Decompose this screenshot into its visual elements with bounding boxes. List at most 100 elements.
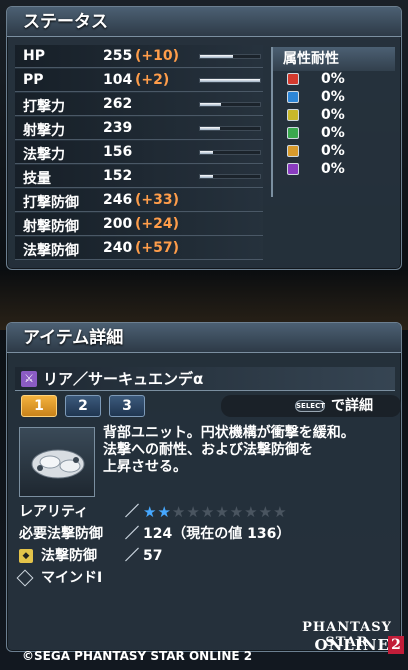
select-detail-label: で詳細 [331,398,373,414]
stat-row: 打撃力 262 [15,93,263,116]
stat-name: 打撃防御 [23,195,79,211]
select-button-icon: SELECT [295,400,325,412]
tech-defense-icon: ◆ [19,549,33,563]
stat-bar-fill [200,127,220,130]
tech-defense-value: 57 [143,548,163,564]
stat-row: 射撃防御 200 (+24) [15,213,263,236]
logo-line-2: ONLINE [314,636,390,654]
copyright-text: ©SEGA PHANTASY STAR ONLINE 2 [22,649,253,663]
stat-name: 技量 [23,171,51,187]
affix-label: マインドⅠ [41,570,103,586]
star-empty-icon: ★ [186,503,201,521]
stat-bonus: (+10) [135,48,180,64]
separator: ／ [125,548,139,564]
resistance-title: 属性耐性 [273,47,395,71]
stat-bonus: (+2) [135,72,170,88]
ice-icon [287,91,299,103]
item-thumbnail [19,427,95,497]
rear-unit-icon: ⚔ [21,371,37,387]
star-filled-icon: ★ [143,503,158,521]
requirement-value: 124（現在の値 136） [143,526,291,542]
stat-row: 法撃防御 240 (+57) [15,237,263,260]
star-empty-icon: ★ [215,503,230,521]
rarity-row: レアリティ ／ ★★★★★★★★★★ [15,501,395,523]
rear-unit-image-icon [31,449,85,479]
description-line: 法撃への耐性、および法撃防御を [103,442,313,458]
stat-name: 射撃防御 [23,219,79,235]
stat-value: 200 [103,216,133,232]
tech-defense-label: 法撃防御 [41,548,97,564]
stat-name: 射撃力 [23,123,65,139]
stat-row: HP 255 (+10) [15,45,263,68]
star-empty-icon: ★ [171,503,187,521]
game-logo: PHANTASY STAR ONLINE 2 [290,612,404,664]
stat-bar [199,102,261,107]
dark-icon [287,163,299,175]
stat-name: 法撃防御 [23,243,79,259]
resistance-list: 0% 0% 0% 0% 0% 0% [273,71,395,179]
stat-name: PP [23,72,44,88]
stat-value: 255 [103,48,133,64]
affix-row: マインドⅠ [15,567,395,589]
item-detail-panel: アイテム詳細 ⚔ リア／サーキュエンデα 1 2 3 SELECT で詳細 背部… [6,322,402,652]
star-empty-icon: ★ [273,503,288,521]
stat-row: 打撃防御 246 (+33) [15,189,263,212]
stat-bar-fill [200,151,214,154]
stat-value: 156 [103,144,133,160]
status-panel: ステータス HP 255 (+10) PP 104 (+2) 打撃力 262 射撃力 239 法撃力… [6,6,402,270]
logo-number: 2 [388,636,404,654]
stat-row: 法撃力 156 [15,141,263,164]
resistance-row: 0% [273,125,395,143]
resistance-row: 0% [273,107,395,125]
lightning-icon [287,109,299,121]
resistance-value: 0% [321,71,345,87]
resistance-value: 0% [321,161,345,177]
stat-value: 239 [103,120,133,136]
rarity-label: レアリティ [19,504,89,520]
item-panel-title: アイテム詳細 [7,323,401,353]
requirement-label: 必要法撃防御 [19,526,103,542]
resistance-value: 0% [321,125,345,141]
item-description: 背部ユニット。円状機構が衝撃を緩和。 法撃への耐性、および法撃防御を 上昇させる… [103,425,397,476]
light-icon [287,145,299,157]
tech-defense-row: ◆ 法撃防御 ／ 57 [15,545,395,567]
stat-bar-fill [200,175,214,178]
stat-value: 240 [103,240,133,256]
fire-icon [287,73,299,85]
star-empty-icon: ★ [258,503,274,521]
star-empty-icon: ★ [244,503,259,521]
stat-bar-fill [200,103,221,106]
stat-bar [199,150,261,155]
resistance-value: 0% [321,107,345,123]
star-empty-icon: ★ [229,503,245,521]
stat-value: 246 [103,192,133,208]
description-line: 背部ユニット。円状機構が衝撃を緩和。 [103,425,355,441]
stat-bar [199,54,261,59]
resistance-row: 0% [273,89,395,107]
tab-slot-2[interactable]: 2 [65,395,101,417]
stat-value: 152 [103,168,133,184]
star-empty-icon: ★ [200,503,216,521]
stat-bar [199,126,261,131]
affix-icon [16,569,34,587]
stat-value: 262 [103,96,133,112]
resistance-value: 0% [321,89,345,105]
stat-bar [199,174,261,179]
stat-name: 打撃力 [23,99,65,115]
stat-bonus: (+24) [135,216,180,232]
item-name-bar: ⚔ リア／サーキュエンデα [15,367,395,391]
stat-bar-fill [200,79,260,82]
stat-bar-fill [200,55,233,58]
rarity-stars: ★★★★★★★★★★ [143,501,288,523]
resistance-row: 0% [273,161,395,179]
stat-name: 法撃力 [23,147,65,163]
tab-slot-1[interactable]: 1 [21,395,57,417]
stat-row: 射撃力 239 [15,117,263,140]
resistance-row: 0% [273,143,395,161]
select-detail-hint[interactable]: SELECT で詳細 [221,395,401,417]
tab-slot-3[interactable]: 3 [109,395,145,417]
wind-icon [287,127,299,139]
item-attributes: レアリティ ／ ★★★★★★★★★★ 必要法撃防御 ／ 124（現在の値 136… [15,501,395,589]
stat-row: 技量 152 [15,165,263,188]
stat-value: 104 [103,72,133,88]
